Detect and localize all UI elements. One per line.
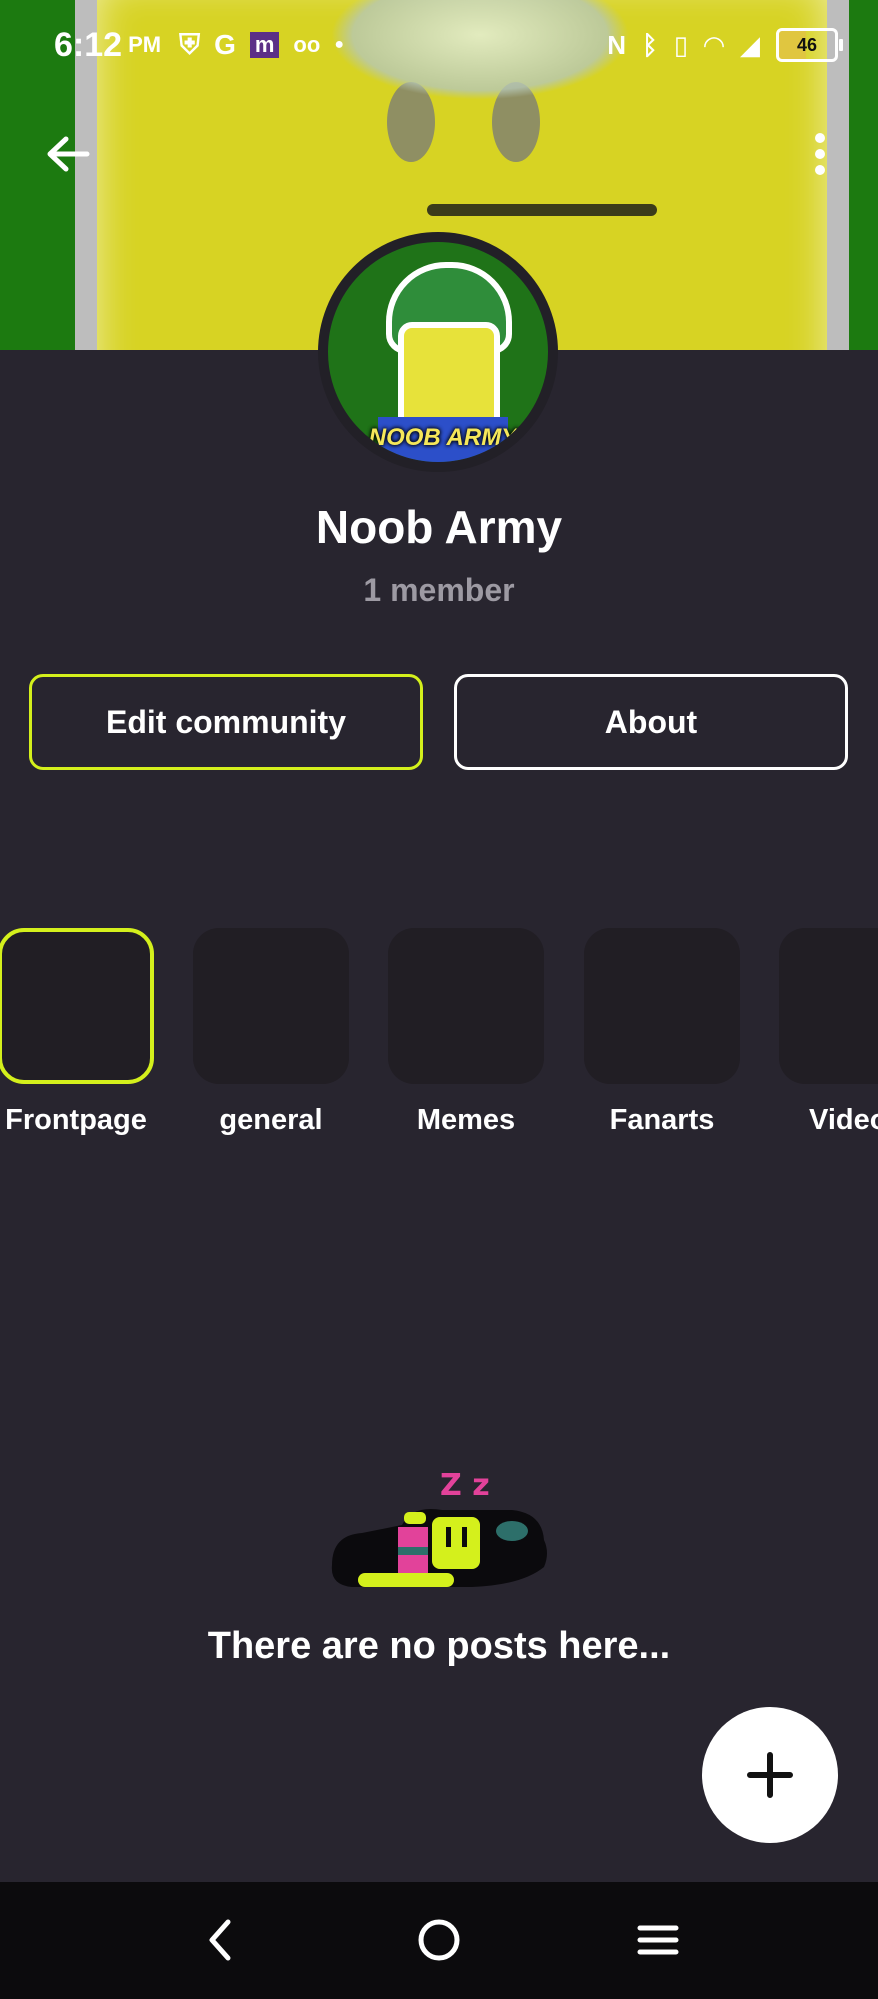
home-nav-icon	[418, 1919, 460, 1961]
battery-level: 46	[796, 34, 818, 55]
empty-state-message: There are no posts here...	[207, 1625, 671, 1667]
avatar-logo-text: NOOB ARMY	[368, 424, 518, 451]
channel-general[interactable]: general	[191, 928, 351, 1137]
nav-home-button[interactable]	[409, 1910, 469, 1970]
channel-videos[interactable]: Videos	[777, 928, 878, 1137]
bluetooth-icon: ᛒ	[642, 29, 658, 60]
channel-label: general	[219, 1104, 323, 1136]
vibrate-icon: ▯	[673, 29, 688, 60]
channel-frontpage[interactable]: Frontpage	[0, 928, 156, 1137]
more-options-button[interactable]	[790, 124, 850, 184]
signal-icon: ◢	[740, 29, 760, 60]
about-button[interactable]: About	[454, 674, 848, 770]
voicemail-icon: oo	[293, 32, 321, 57]
battery-icon: 46	[776, 28, 843, 62]
status-ampm: PM	[128, 32, 162, 57]
shield-icon: ⛨	[179, 28, 201, 60]
sleeping-mascot-illustration: Z z	[331, 1468, 547, 1587]
nav-back-button[interactable]	[190, 1910, 250, 1970]
channel-tile	[193, 928, 349, 1084]
channel-memes[interactable]: Memes	[386, 928, 546, 1137]
google-icon: G	[214, 29, 236, 60]
community-name: Noob Army	[315, 501, 563, 553]
dot-icon: ●	[334, 36, 344, 53]
app-m-icon: m	[249, 32, 280, 58]
system-nav-bar	[0, 1882, 878, 1999]
community-avatar: NOOB ARMY	[318, 232, 558, 472]
channel-label: Fanarts	[609, 1104, 715, 1136]
plus-icon	[747, 1752, 793, 1798]
arrow-left-icon	[47, 136, 90, 172]
more-vertical-icon	[815, 133, 825, 175]
member-count: 1 member	[363, 572, 515, 608]
channel-fanarts[interactable]: Fanarts	[582, 928, 742, 1137]
edit-community-button[interactable]: Edit community	[29, 674, 423, 770]
channel-tile	[779, 928, 878, 1084]
status-time: 6:12	[54, 25, 123, 64]
channel-label: Videos	[809, 1104, 878, 1136]
menu-nav-icon	[637, 1925, 679, 1955]
channel-label: Memes	[416, 1104, 516, 1136]
nav-menu-button[interactable]	[628, 1910, 688, 1970]
nfc-icon: N	[607, 29, 627, 60]
back-nav-icon	[209, 1919, 231, 1961]
channel-tile	[388, 928, 544, 1084]
channel-label: Frontpage	[5, 1104, 147, 1136]
create-post-button[interactable]	[702, 1707, 838, 1843]
channel-tile	[0, 928, 154, 1084]
wifi-icon: ◠	[704, 29, 724, 60]
status-bar: 6:12 PM ⛨ G m oo ● N ᛒ ▯ ◠ ◢ 46	[0, 0, 878, 90]
channel-tile	[584, 928, 740, 1084]
sleep-z-text: Z z	[440, 1468, 490, 1503]
back-button[interactable]	[38, 124, 98, 184]
